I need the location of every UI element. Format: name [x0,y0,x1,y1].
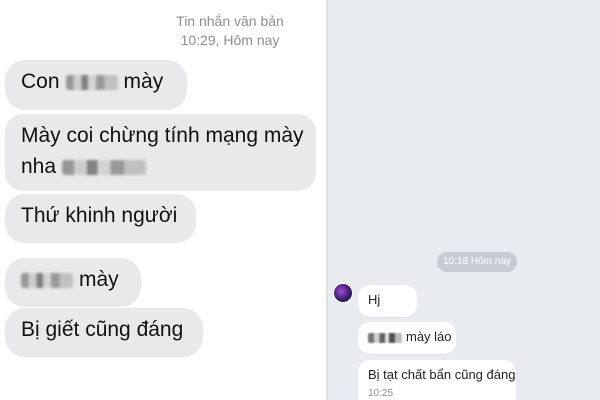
avatar[interactable] [333,283,353,303]
blurred-text [21,272,73,288]
sms-message-4[interactable]: mày [5,258,141,307]
sms-message-5-text: Bị giết cũng đáng [21,318,184,341]
blurred-text [368,332,402,343]
chat-message-1[interactable]: Hj [358,285,417,317]
panel-divider [326,0,328,400]
blurred-text [65,74,118,90]
sms-message-2[interactable]: Mày coi chừng tính mạng mày nha [5,114,316,191]
sms-message-3-text: Thứ khinh người [21,204,178,227]
chat-message-1-text: Hj [368,292,381,307]
sms-header-time: 10:29, Hôm nay [180,32,280,48]
chat-message-2-text: mày láo [406,329,452,344]
sms-message-5[interactable]: Bị giết cũng đáng [5,308,203,357]
sms-message-2-line1: Mày coi chừng tính mạng mày [21,124,304,147]
sms-message-3[interactable]: Thứ khinh người [5,194,196,243]
chat-message-3[interactable]: Bị tạt chất bẩn cũng đáng 10:25 [358,360,516,400]
sms-message-1-suffix: mày [123,70,164,93]
time-divider: 10:18 Hôm nay [437,252,517,272]
sms-message-1[interactable]: Con mày [5,60,187,110]
sms-header: Tin nhắn văn bản 10:29, Hôm nay [150,12,310,50]
chat-message-3-text: Bị tạt chất bẩn cũng đáng [368,367,516,382]
sms-message-2-line2-row: nha [21,151,300,182]
blurred-text [62,159,147,175]
chat-message-2[interactable]: mày láo [358,322,456,354]
sms-header-title: Tin nhắn văn bản [176,13,284,29]
sms-message-4-suffix: mày [79,268,119,291]
sms-message-2-line2: nha [21,155,57,178]
chat-message-3-time: 10:25 [368,388,394,399]
sms-message-1-prefix: Con [21,70,60,93]
